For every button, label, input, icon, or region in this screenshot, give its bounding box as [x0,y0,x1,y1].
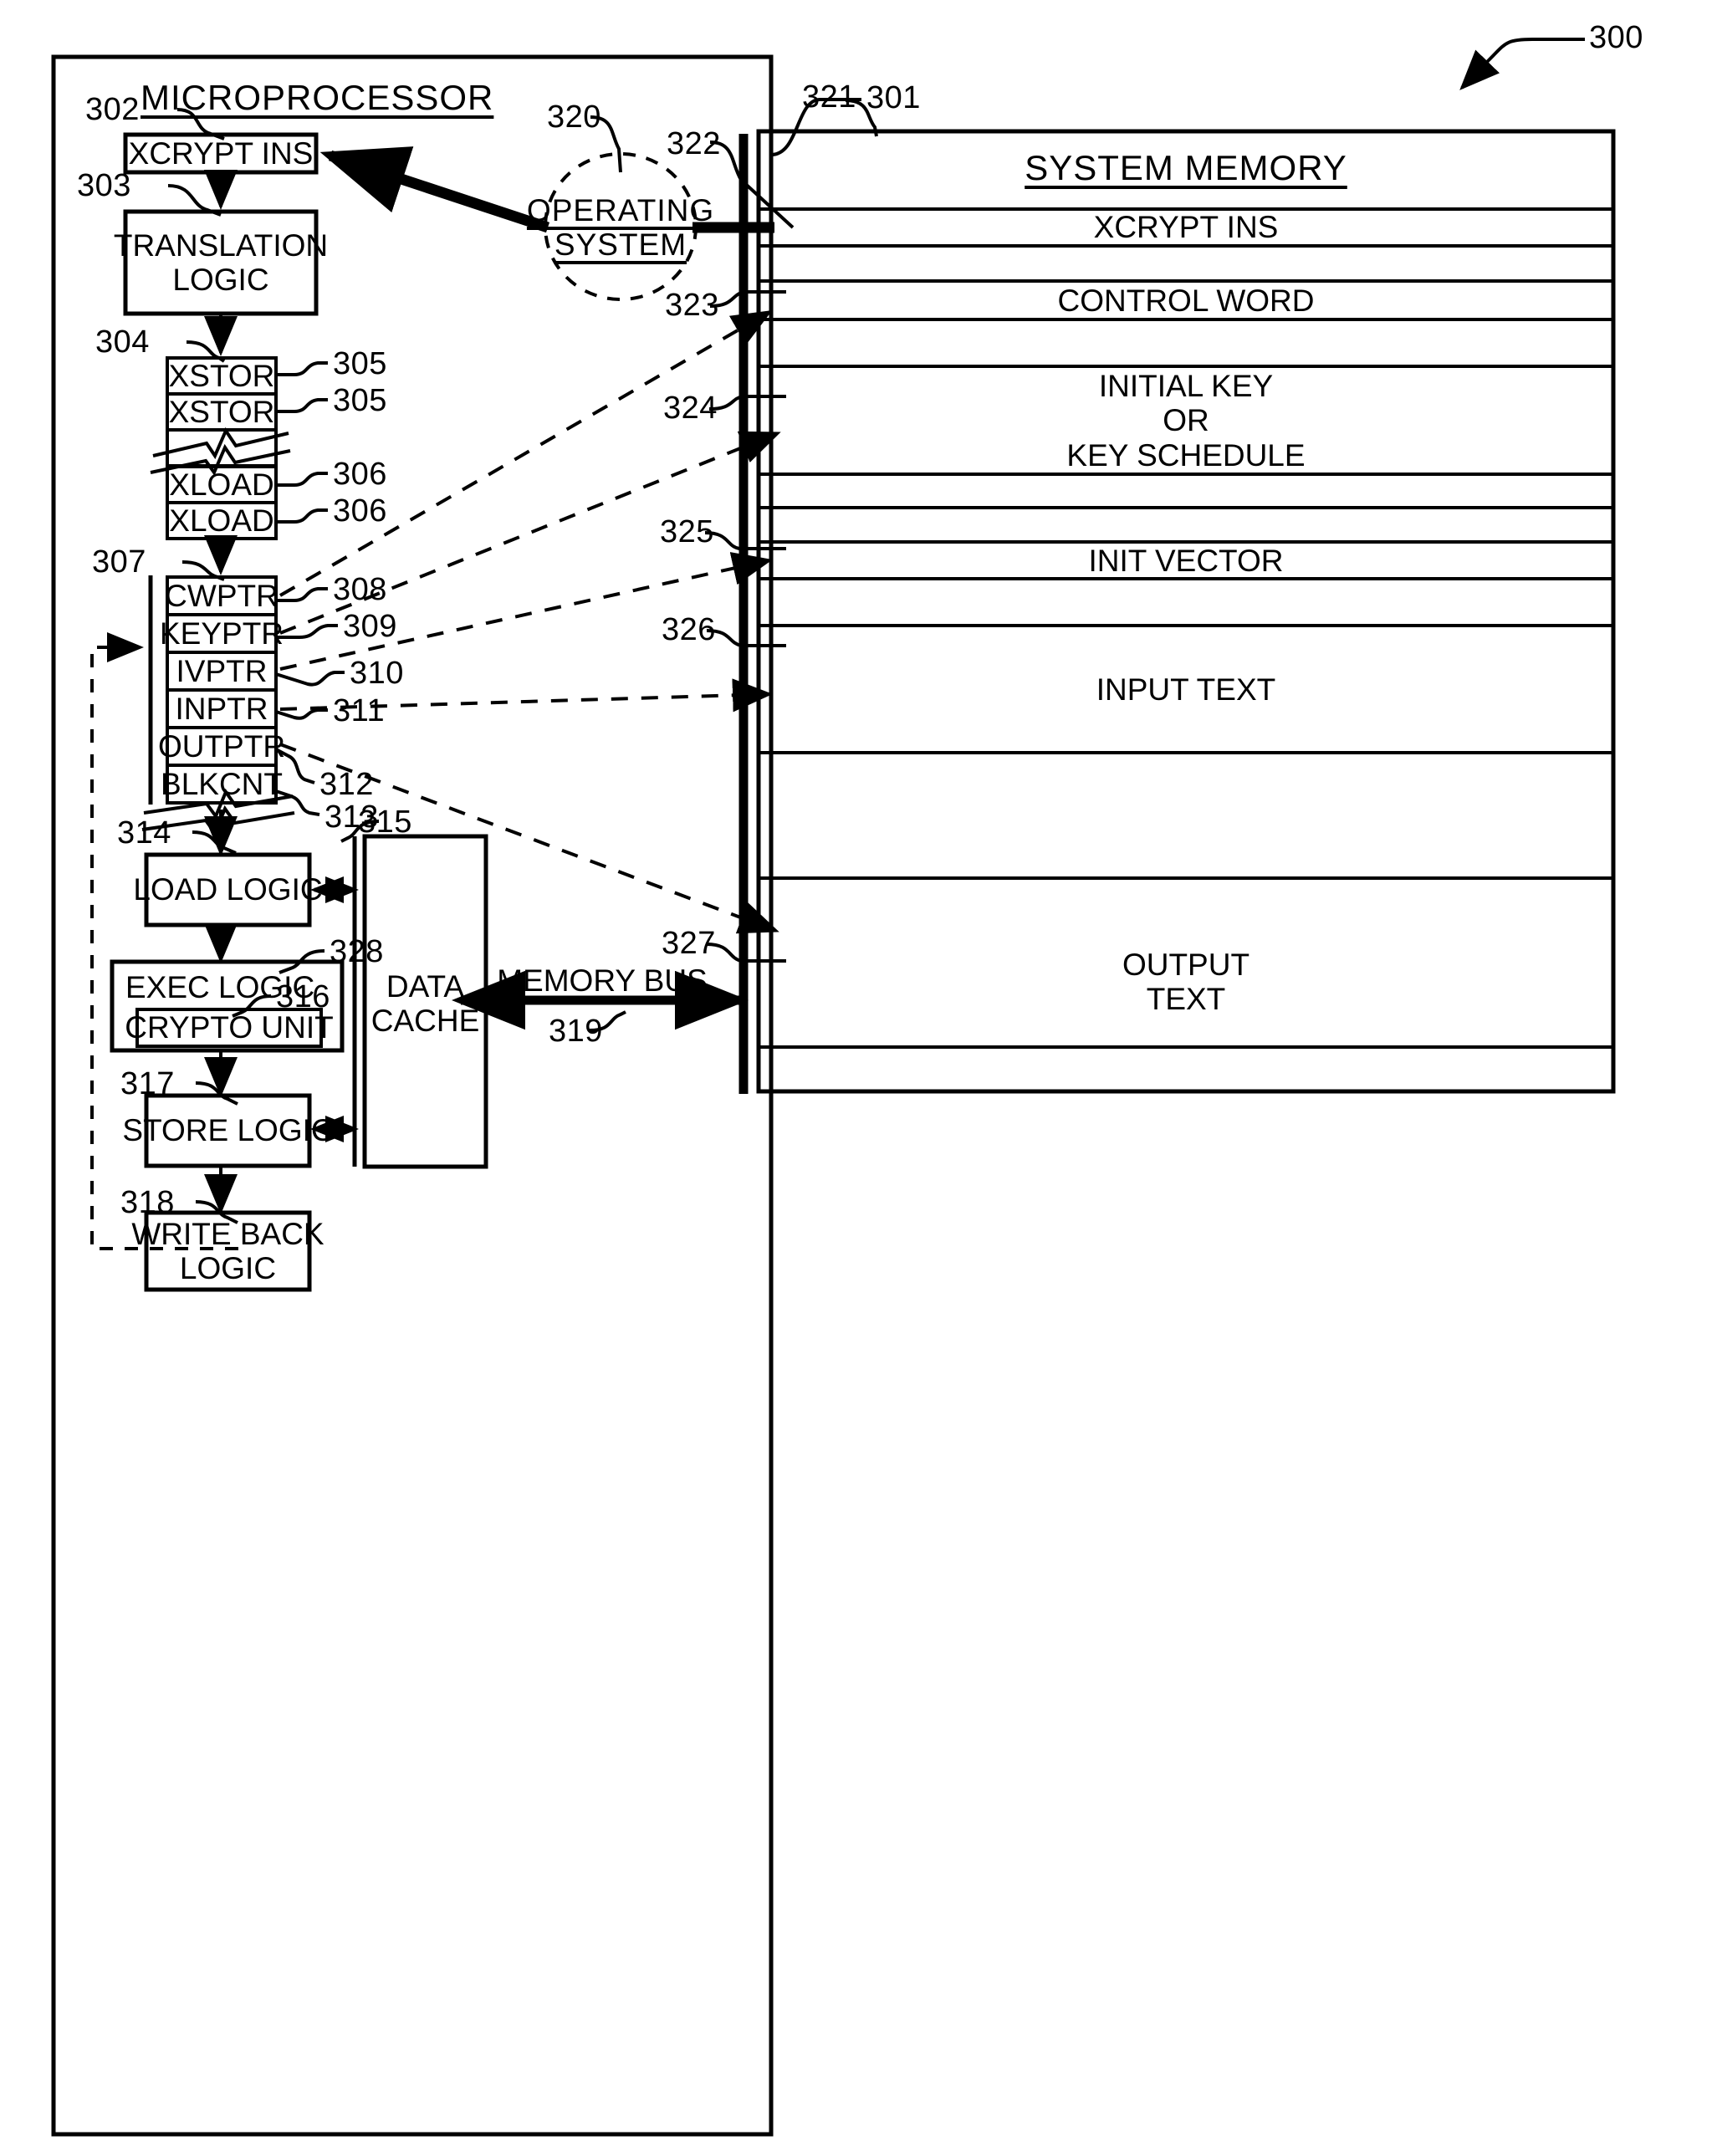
data-cache-label: DATA CACHE [365,968,486,1039]
register-label-cwptr: CWPTR [165,578,279,613]
ref-322: 322 [667,126,721,161]
leader-300 [1459,38,1585,90]
operating-system-line1: OPERATING [526,192,715,227]
leader-314 [192,830,237,855]
diagram-vector-layer [51,38,1616,2137]
operating-system-label: OPERATING SYSTEM [527,192,713,263]
memory-key-line3: KEY SCHEDULE [1066,437,1306,473]
memory-row-label-xcrypt-ins: XCRYPT INS [1093,210,1279,245]
microop-label-0: XSTOR [168,358,275,393]
ref-307: 307 [92,544,146,580]
operating-system-line2: SYSTEM [554,227,687,262]
ref-301: 301 [866,80,921,115]
leader-326 [706,629,786,647]
leader-309 [276,624,338,639]
memory-row-label-output-text: OUTPUT TEXT [759,943,1613,1020]
data-cache-line2: CACHE [371,1004,480,1038]
ref-311: 311 [333,693,386,728]
ref-317: 317 [120,1066,175,1101]
load-logic-label: LOAD LOGIC [133,872,323,907]
ref-305-b: 305 [333,383,387,418]
ref-327: 327 [662,926,716,961]
leader-306b [276,508,328,524]
leader-303 [167,184,222,217]
register-label-inptr: INPTR [175,691,268,726]
os-to-xcrypt-arrow [319,146,550,233]
ref-314: 314 [117,815,171,851]
ref-312: 312 [319,767,374,802]
memory-key-line1: INITIAL KEY [1098,368,1274,403]
ref-318: 318 [120,1185,175,1220]
ref-306-b: 306 [333,493,387,529]
memory-key-line2: OR [1163,403,1209,438]
memory-row-label-control-word: CONTROL WORD [1057,284,1315,319]
ref-304: 304 [95,324,150,360]
microop-label-3: XLOAD [169,503,274,538]
write-back-line2: LOGIC [179,1251,277,1285]
xcrypt-ins-label: XCRYPT INS [128,135,314,171]
write-back-line1: WRITE BACK [131,1216,325,1251]
memory-row-label-input-text: INPUT TEXT [1096,672,1276,708]
data-cache-line1: DATA [386,968,465,1004]
memory-output-line2: TEXT [1146,982,1226,1016]
store-logic-label: STORE LOGIC [122,1113,334,1148]
ref-310: 310 [350,656,404,691]
ref-319: 319 [549,1014,603,1049]
leader-308 [276,587,328,602]
patent-figure-canvas: 300 MICROPROCESSOR 301 XCRYPT INS 302 TR… [0,0,1712,2156]
register-label-blkcnt: BLKCNT [161,766,283,801]
translation-logic-label: TRANSLATION LOGIC [114,212,328,314]
register-label-keyptr: KEYPTR [159,616,284,651]
translation-logic-line2: LOGIC [172,263,269,297]
ref-326: 326 [662,612,716,647]
break-line-microops-upper [152,427,289,460]
ref-320: 320 [547,100,601,135]
register-label-outptr: OUTPTR [157,728,286,764]
figure-number: 300 [1589,20,1643,55]
ref-328: 328 [330,934,384,969]
leader-311 [275,708,328,720]
crypto-unit-label: CRYPTO UNIT [125,1010,334,1045]
ref-324: 324 [663,391,718,426]
ref-303: 303 [77,168,131,203]
microop-label-1: XSTOR [168,394,275,429]
ref-315: 315 [358,805,412,840]
memory-row-label-init-vector: INIT VECTOR [1088,544,1284,579]
translation-logic-line1: TRANSLATION [113,227,329,263]
ref-306-a: 306 [333,457,387,492]
leader-305a [276,361,328,376]
memory-output-line1: OUTPUT [1122,947,1250,982]
ref-316: 316 [276,979,330,1014]
system-memory-title: SYSTEM MEMORY [1025,148,1347,188]
write-back-logic-label: WRITE BACK LOGIC [131,1213,324,1290]
leader-306a [276,472,328,487]
memory-row-label-initial-key: INITIAL KEY OR KEY SCHEDULE [759,368,1613,473]
ref-302: 302 [85,92,140,127]
leader-310 [275,671,345,687]
register-label-ivptr: IVPTR [176,653,268,688]
ref-309: 309 [343,609,397,644]
ref-321: 321 [802,79,856,115]
ref-308: 308 [333,572,387,607]
microop-label-2: XLOAD [169,467,274,502]
leader-305b [276,398,328,413]
ref-305-a: 305 [333,346,387,381]
ref-323: 323 [665,288,719,323]
microop-gap-box [166,428,278,467]
microprocessor-title: MICROPROCESSOR [141,78,494,117]
memory-bus-label: MEMORY BUS [497,963,708,998]
ref-325: 325 [660,514,714,549]
